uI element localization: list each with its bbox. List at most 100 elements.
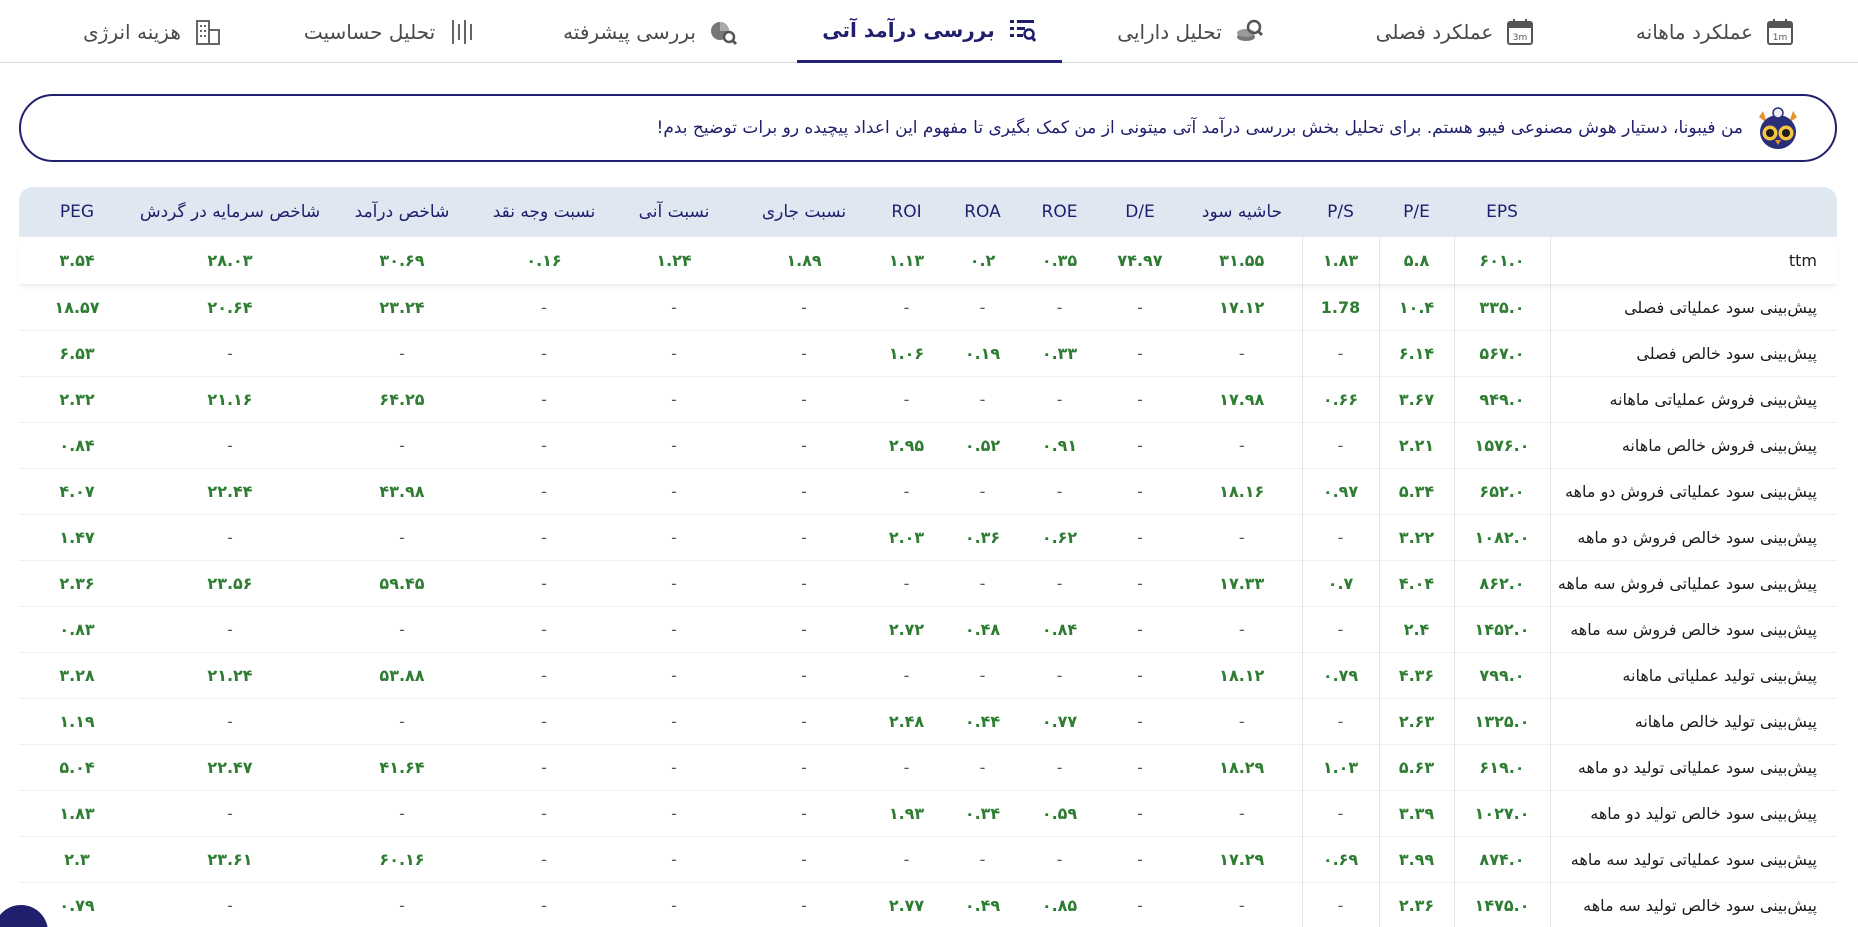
column-header[interactable]: نسبت وجه نقد [479,187,609,237]
table-cell: ۰.۷ [1301,560,1379,606]
table-cell: ۲.۴۸ [888,711,925,731]
table-cell: - [1056,481,1063,501]
table-cell: ۱.۱۳ [888,250,925,270]
table-row: پیش‌بینی فروش خالص ماهانه ۱۵۷۶.۰ ۲.۲۱- - -۰.… [19,422,1837,468]
table-cell: ۰.۸۴ [1041,619,1078,639]
table-cell: ۱.۸۳ [1301,237,1379,284]
table-cell: ۶۰۱.۰ [1453,237,1550,284]
table-cell: ۵۶۷.۰ [1453,330,1550,376]
table-cell: ۴۱.۶۴ [379,757,425,777]
table-cell: ۵.۸ [1378,237,1454,284]
table-cell: - [979,665,986,685]
table-cell: ۰.۶۲ [1041,527,1078,547]
column-header[interactable]: PEG [19,187,135,237]
tab-monthly-performance[interactable]: 1m عملکرد ماهانه [1593,0,1838,63]
table-cell: ۲۱.۱۶ [207,389,253,409]
table-cell: - [903,665,910,685]
asset-analysis-icon [1234,17,1264,47]
column-header[interactable]: نسبت آنی [609,187,739,237]
banner-message: من فیبونا، دستیار هوش مصنوعی فیبو هستم. … [656,118,1743,138]
chevron-right-icon: › [17,920,25,927]
table-cell: - [399,895,405,915]
table-cell: - [979,297,986,317]
table-cell: ۰.۶۹ [1301,836,1379,882]
table-cell: - [1238,527,1245,547]
column-header[interactable]: P/E [1379,187,1454,237]
table-cell: - [227,711,233,731]
row-label: پیش‌بینی تولید عملیاتی ماهانه [1549,652,1837,698]
table-cell: - [903,297,910,317]
table-cell: - [541,527,547,547]
tab-quarterly-performance[interactable]: 3m عملکرد فصلی [1338,0,1573,63]
table-cell: ۲۳.۵۶ [207,573,253,593]
table-cell: - [801,527,807,547]
table-cell: ۵۳.۸۸ [379,665,425,685]
ai-assistant-banner[interactable]: من فیبونا، دستیار هوش مصنوعی فیبو هستم. … [19,94,1837,162]
table-cell: - [903,389,910,409]
table-cell: - [1056,573,1063,593]
column-header[interactable]: D/E [1098,187,1182,237]
column-header[interactable]: ROI [869,187,944,237]
table-cell: ۹۴۹.۰ [1453,376,1550,422]
row-label: پیش‌بینی فروش خالص ماهانه [1549,422,1837,468]
table-cell: ۲.۳۶ [59,573,95,593]
row-label: پیش‌بینی فروش عملیاتی ماهانه [1549,376,1837,422]
table-cell: ۳.۵۴ [59,250,95,270]
table-cell: ۴۳.۹۸ [379,481,425,501]
table-cell: - [1137,895,1143,915]
table-cell: - [1137,573,1143,593]
row-label: پیش‌بینی سود عملیاتی فروش دو ماهه [1549,468,1837,514]
table-cell: ۲.۴ [1378,606,1454,652]
tab-advanced-review[interactable]: بررسی پیشرفته [528,0,773,63]
column-header[interactable]: P/S [1302,187,1379,237]
table-cell: ۱۵۷۶.۰ [1453,422,1550,468]
table-cell: ۱.۸۳ [59,803,95,823]
table-cell: ۲۱.۲۴ [207,665,253,685]
column-header[interactable]: حاشیه سود [1182,187,1302,237]
table-cell: - [979,481,986,501]
table-cell: - [227,343,233,363]
table-cell: ۰.۳۳ [1041,343,1078,363]
table-cell: ۱.۴۷ [59,527,95,547]
table-cell: - [541,573,547,593]
table-cell: ۱.۲۴ [656,250,692,270]
tab-future-income[interactable]: بررسی درآمد آتی [797,0,1062,63]
table-row: پیش‌بینی سود خالص فروش دو ماهه ۱۰۸۲.۰ ۳.۲۲… [19,514,1837,560]
table-cell: ۲۳.۶۱ [207,849,253,869]
column-header[interactable]: شاخص درآمد [325,187,479,237]
tab-sensitivity-analysis[interactable]: تحلیل حساسیت [278,0,503,63]
column-header[interactable]: EPS [1454,187,1550,237]
table-cell: - [671,389,677,409]
table-cell: ۰.۱۶ [526,250,562,270]
tab-label: بررسی درآمد آتی [822,18,995,42]
table-cell: - [541,435,547,455]
table-cell: ۵۹.۴۵ [379,573,425,593]
column-header[interactable]: شاخص سرمایه در گردش [135,187,325,237]
table-cell: ۴.۳۶ [1378,652,1454,698]
column-header[interactable]: ROE [1021,187,1098,237]
table-cell: ۳۱.۵۵ [1219,250,1265,270]
table-cell: ۰.۳۵ [1041,250,1078,270]
ttm-row: ttm ۶۰۱.۰ ۵.۸ ۱.۸۳ ۳۱.۵۵ ۷۴.۹۷ ۰.۳۵ ۰.۲ ۱.۱۳ ۱.۸۹… [19,237,1837,284]
table-cell: - [399,527,405,547]
table-row: پیش‌بینی سود عملیاتی فصلی ۳۳۵.۰ ۱۰.۴ 1.78 ۱۷… [19,284,1837,330]
header-row-label[interactable] [1550,187,1837,237]
table-header-row: EPS P/E P/S حاشیه سود D/E ROE ROA ROI نسبت جاری ن… [19,187,1837,237]
table-cell: - [541,803,547,823]
svg-text:1m: 1m [1773,33,1788,43]
table-cell: ۱۷.۱۲ [1219,297,1265,317]
column-header[interactable]: نسبت جاری [739,187,869,237]
table-row: پیش‌بینی تولید عملیاتی ماهانه ۷۹۹.۰ ۴.۳۶ ۰.… [19,652,1837,698]
table-cell: - [979,573,986,593]
table-cell: - [671,481,677,501]
table-cell: - [1238,895,1245,915]
table-cell: ۲.۳۶ [1378,882,1454,927]
table-cell: - [1301,698,1379,744]
column-header[interactable]: ROA [944,187,1021,237]
row-label: پیش‌بینی سود عملیاتی تولید دو ماهه [1549,744,1837,790]
tab-asset-analysis[interactable]: تحلیل دارایی [1068,0,1313,63]
tab-energy-cost[interactable]: هزینه انرژی [48,0,258,63]
calendar-1m-icon: 1m [1765,17,1795,47]
table-cell: ۲.۷۷ [888,895,925,915]
table-cell: ۲.۳ [64,849,90,869]
